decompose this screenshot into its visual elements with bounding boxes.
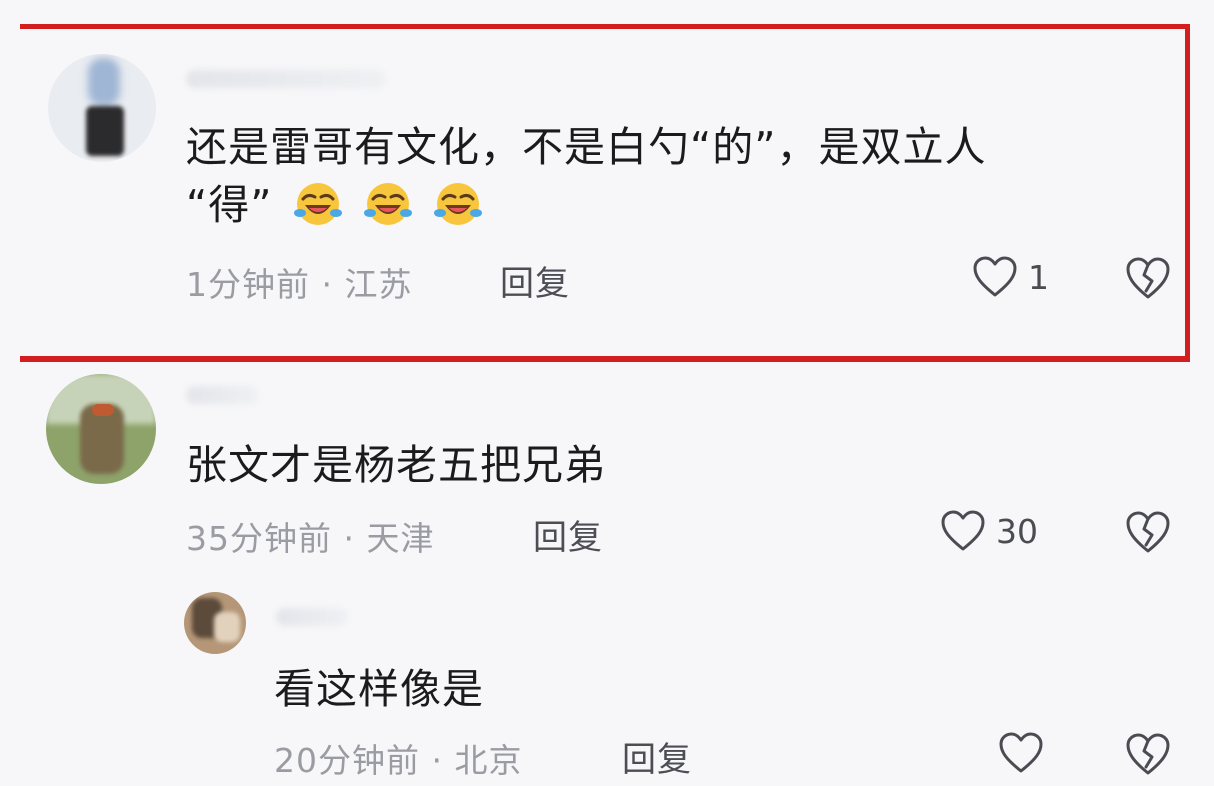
- time-location: 35分钟前 · 天津: [186, 519, 435, 558]
- like-button[interactable]: 30: [940, 509, 1038, 553]
- comment-text-line-2-text: “得”: [186, 181, 273, 229]
- comment-text: 看这样像是: [274, 665, 484, 713]
- comment-text: 还是雷哥有文化，不是白勺“的”，是双立人 “得”: [186, 118, 986, 234]
- comment-text: 张文才是杨老五把兄弟: [186, 441, 606, 489]
- like-button[interactable]: 1: [972, 255, 1049, 299]
- laughing-tears-emoji: [363, 183, 412, 225]
- like-count: 30: [996, 511, 1038, 551]
- comment-text-line-2: “得”: [186, 176, 986, 234]
- avatar-hat: [92, 404, 114, 416]
- comment-text-line-1: 还是雷哥有文化，不是白勺“的”，是双立人: [186, 123, 987, 171]
- like-button[interactable]: [998, 731, 1054, 775]
- broken-heart-icon[interactable]: [1124, 255, 1172, 301]
- like-count: 1: [1028, 257, 1049, 297]
- broken-heart-icon[interactable]: [1124, 509, 1172, 555]
- avatar-figure-legs: [86, 106, 124, 156]
- heart-icon: [973, 256, 1017, 297]
- heart-icon: [999, 732, 1043, 773]
- laughing-tears-emoji: [433, 183, 482, 225]
- avatar-figure: [88, 58, 120, 106]
- avatar-figure-detail: [214, 612, 240, 642]
- avatar[interactable]: [46, 374, 156, 484]
- time-location: 20分钟前 · 北京: [274, 741, 523, 780]
- reply-button[interactable]: 回复: [500, 256, 570, 305]
- reply-button[interactable]: 回复: [622, 732, 692, 781]
- username-blurred[interactable]: [186, 386, 258, 404]
- broken-heart-icon[interactable]: [1124, 731, 1172, 777]
- time-location: 1分钟前 · 江苏: [186, 265, 413, 304]
- username-blurred[interactable]: [276, 608, 348, 626]
- reply-button[interactable]: 回复: [533, 510, 603, 559]
- username-blurred[interactable]: [186, 70, 386, 88]
- avatar[interactable]: [184, 592, 246, 654]
- avatar[interactable]: [48, 54, 156, 162]
- heart-icon: [941, 510, 985, 551]
- laughing-tears-emoji: [293, 183, 342, 225]
